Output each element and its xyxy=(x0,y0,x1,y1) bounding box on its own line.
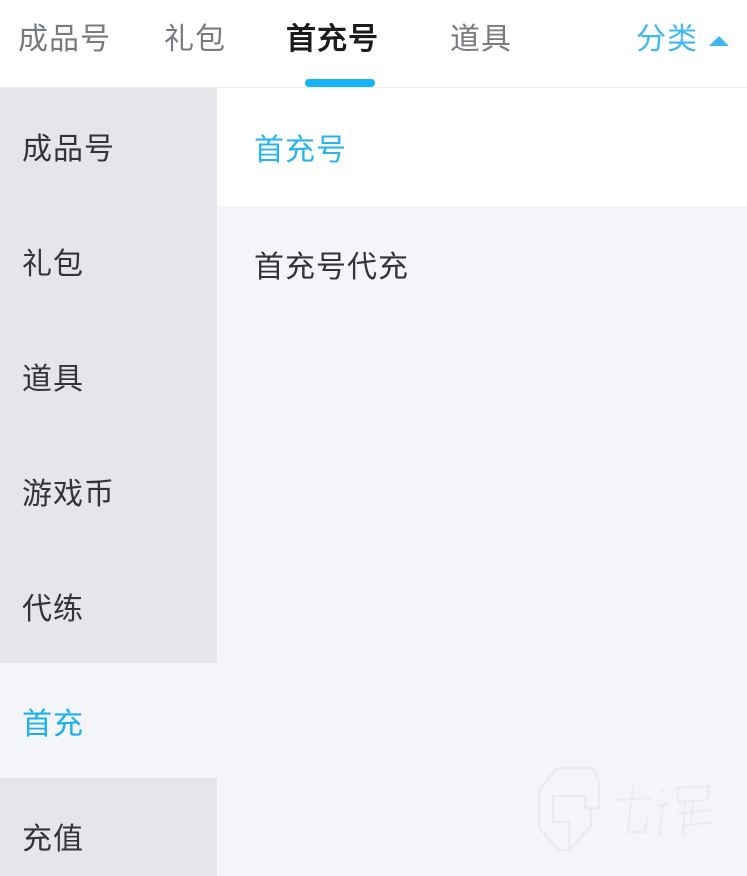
sidebar-item-chengpinhao[interactable]: 成品号 xyxy=(0,88,217,203)
sidebar-item-youxibi[interactable]: 游戏币 xyxy=(0,433,217,548)
caret-up-icon xyxy=(709,36,729,46)
tab-daoju[interactable]: 道具 xyxy=(450,0,512,80)
sidebar-item-shouchong[interactable]: 首充 xyxy=(0,663,217,778)
subcategory-list: 首充号代充 xyxy=(217,206,747,876)
sidebar-item-daoju[interactable]: 道具 xyxy=(0,318,217,433)
tab-libao[interactable]: 礼包 xyxy=(164,0,226,80)
active-tab-indicator xyxy=(305,79,375,87)
page-title: 首充号 xyxy=(254,134,347,167)
sidebar-item-label: 礼包 xyxy=(22,247,84,281)
tab-label: 成品号 xyxy=(18,23,111,56)
sidebar-item-label: 充值 xyxy=(22,822,84,856)
tab-shouchonghao[interactable]: 首充号 xyxy=(286,0,379,80)
tab-chengpinhao[interactable]: 成品号 xyxy=(18,0,111,80)
tab-label: 道具 xyxy=(450,23,512,56)
top-tab-bar: 成品号 礼包 首充号 道具 分类 xyxy=(0,0,747,88)
sidebar-item-label: 代练 xyxy=(22,592,84,626)
tab-label: 首充号 xyxy=(286,23,379,56)
sidebar-item-chongzhi[interactable]: 充值 xyxy=(0,778,217,876)
subcategory-panel: 首充号 首充号代充 xyxy=(217,88,747,876)
list-item[interactable]: 首充号代充 xyxy=(217,206,747,322)
sidebar-item-label: 道具 xyxy=(22,362,84,396)
subcategory-header: 首充号 xyxy=(217,88,747,206)
category-browser-screen: 成品号 礼包 首充号 道具 分类 成品号 礼包 道具 游戏币 代练 首充 充值 … xyxy=(0,0,747,876)
sidebar-item-label: 成品号 xyxy=(22,132,115,166)
tab-label: 礼包 xyxy=(164,23,226,56)
list-item-label: 首充号代充 xyxy=(254,251,409,284)
category-toggle-label: 分类 xyxy=(636,23,698,56)
sidebar-item-label: 游戏币 xyxy=(22,477,115,511)
category-toggle-button[interactable]: 分类 xyxy=(636,0,729,80)
category-sidebar: 成品号 礼包 道具 游戏币 代练 首充 充值 xyxy=(0,88,217,876)
sidebar-item-dailian[interactable]: 代练 xyxy=(0,548,217,663)
sidebar-item-libao[interactable]: 礼包 xyxy=(0,203,217,318)
sidebar-item-label: 首充 xyxy=(22,707,84,741)
body-area: 成品号 礼包 道具 游戏币 代练 首充 充值 首充号 首充号代充 xyxy=(0,88,747,876)
